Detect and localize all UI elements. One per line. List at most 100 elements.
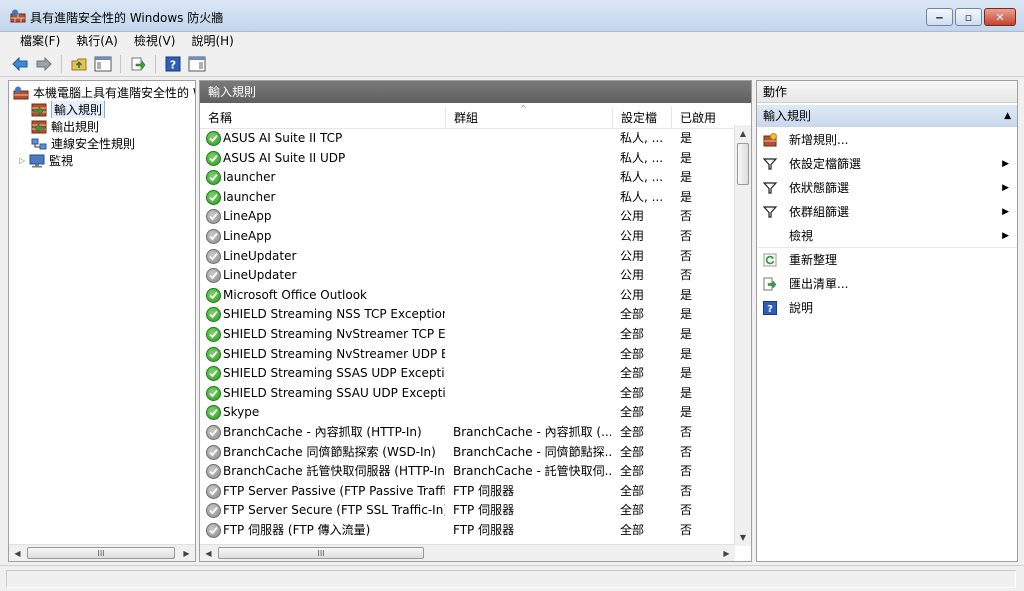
back-button[interactable] xyxy=(10,54,30,74)
rule-row[interactable]: ASUS AI Suite II TCP 私人, ... 是 xyxy=(200,129,735,149)
scroll-thumb[interactable] xyxy=(737,143,749,185)
column-header-name[interactable]: 名稱 xyxy=(200,107,446,129)
rule-profile-cell: 全部 xyxy=(620,425,645,439)
tree-root-label: 本機電腦上具有進階安全性的 W xyxy=(33,86,195,100)
scroll-thumb[interactable]: III xyxy=(27,547,175,559)
scroll-thumb[interactable]: III xyxy=(218,547,424,559)
rule-row[interactable]: LineApp 公用 否 xyxy=(200,227,735,247)
rule-enabled-cell: 是 xyxy=(680,307,693,322)
forward-button[interactable] xyxy=(34,54,54,74)
rules-list: ASUS AI Suite II TCP 私人, ... 是 ASUS AI Suit… xyxy=(200,129,735,545)
rule-row[interactable]: LineApp 公用 否 xyxy=(200,207,735,227)
action-item[interactable]: 新增規則... xyxy=(757,128,1017,152)
rule-profile-cell: 公用 xyxy=(620,287,645,302)
tree-item-inbound-rules[interactable]: 輸入規則 xyxy=(31,101,106,118)
menu-help[interactable]: 說明(H) xyxy=(183,32,241,51)
action-item[interactable]: 依設定檔篩選 ▶ xyxy=(757,152,1017,176)
show-hide-tree-icon xyxy=(94,56,112,71)
rule-profile-cell: 全部 xyxy=(620,307,645,322)
rule-enabled-cell: 是 xyxy=(680,405,693,420)
rule-profile-cell: 全部 xyxy=(620,464,645,479)
rule-name-cell: launcher xyxy=(223,170,276,185)
show-hide-action-pane-button[interactable] xyxy=(187,54,207,74)
status-bar xyxy=(0,565,1024,591)
rule-disabled-icon xyxy=(206,444,221,460)
rule-row[interactable]: Microsoft Office Outlook 公用 是 xyxy=(200,286,735,306)
menu-action[interactable]: 執行(A) xyxy=(68,32,126,51)
minimize-button[interactable]: ‒ xyxy=(926,8,953,26)
rule-row[interactable]: SHIELD Streaming SSAU UDP Exception 全部 是 xyxy=(200,384,735,404)
rule-disabled-icon xyxy=(206,503,221,519)
rule-profile-cell: 私人, ... xyxy=(620,189,664,204)
action-item-label: 新增規則... xyxy=(789,133,849,147)
up-button[interactable] xyxy=(69,54,89,74)
action-item[interactable]: 依群組篩選 ▶ xyxy=(757,200,1017,224)
rule-row[interactable]: launcher 私人, ... 是 xyxy=(200,188,735,208)
rule-enabled-icon xyxy=(206,189,221,205)
rules-vertical-scrollbar[interactable]: ▲ ▼ xyxy=(734,125,751,546)
rule-row[interactable]: SHIELD Streaming NvStreamer TCP Ex... 全部 是 xyxy=(200,325,735,345)
tree-item-connection-security-rules[interactable]: 連線安全性規則 xyxy=(31,135,135,152)
tree-item-monitor[interactable]: ▷ 監視 xyxy=(19,152,73,169)
svg-text:?: ? xyxy=(767,304,773,315)
show-hide-tree-button[interactable] xyxy=(93,54,113,74)
rule-row[interactable]: SHIELD Streaming SSAS UDP Exception 全部 是 xyxy=(200,364,735,384)
rule-enabled-icon xyxy=(206,346,221,362)
rule-disabled-icon xyxy=(206,229,221,244)
actions-section-inbound-rules[interactable]: 輸入規則 ▲ xyxy=(757,105,1017,127)
menu-view[interactable]: 檢視(V) xyxy=(126,32,184,51)
rule-enabled-icon xyxy=(206,327,221,342)
column-header-profile[interactable]: 設定檔 xyxy=(613,107,672,129)
rule-row[interactable]: LineUpdater 公用 否 xyxy=(200,247,735,267)
rule-row[interactable]: FTP 伺服器 (FTP 傳入流量) FTP 伺服器 全部 否 xyxy=(200,521,735,541)
close-button[interactable]: ✕ xyxy=(984,8,1016,26)
rule-row[interactable]: BranchCache 託管快取伺服器 (HTTP-In) BranchCache… xyxy=(200,462,735,482)
rule-disabled-icon xyxy=(206,425,221,440)
rule-enabled-icon xyxy=(206,366,221,382)
export-list-button[interactable] xyxy=(128,54,148,74)
scroll-down-icon[interactable]: ▼ xyxy=(735,529,751,546)
action-item[interactable]: 依狀態篩選 ▶ xyxy=(757,176,1017,200)
collapse-icon[interactable]: ▲ xyxy=(1004,105,1011,127)
rule-row[interactable]: Skype 全部 是 xyxy=(200,403,735,423)
rule-group-cell xyxy=(453,384,611,404)
menu-file[interactable]: 檔案(F) xyxy=(12,32,68,51)
expand-arrow-icon[interactable]: ▷ xyxy=(19,156,29,165)
rule-row[interactable]: launcher 私人, ... 是 xyxy=(200,168,735,188)
scroll-right-icon[interactable]: ▶ xyxy=(718,545,735,561)
action-item[interactable]: 匯出清單... xyxy=(757,272,1017,296)
scroll-left-icon[interactable]: ◀ xyxy=(200,545,217,561)
tree-item-outbound-rules[interactable]: 輸出規則 xyxy=(31,118,99,135)
scroll-right-icon[interactable]: ▶ xyxy=(178,545,195,561)
action-item[interactable]: ? 說明 xyxy=(757,296,1017,320)
maximize-button[interactable]: ▫ xyxy=(955,8,982,26)
rules-horizontal-scrollbar[interactable]: ◀ III ▶ xyxy=(200,544,735,561)
rule-enabled-icon xyxy=(206,131,221,146)
rule-group-cell xyxy=(453,129,611,149)
scroll-up-icon[interactable]: ▲ xyxy=(735,125,751,142)
back-arrow-icon xyxy=(12,56,28,71)
action-item-label: 說明 xyxy=(789,301,814,315)
rule-row[interactable]: FTP Server Secure (FTP SSL Traffic-In) FT… xyxy=(200,501,735,521)
column-header-enabled[interactable]: 已啟用 xyxy=(672,107,735,129)
toolbar-separator xyxy=(120,54,121,73)
column-header-group[interactable]: 群組 xyxy=(446,107,613,129)
tree-root[interactable]: 本機電腦上具有進階安全性的 W xyxy=(13,84,195,101)
column-headers: 名稱 群組 設定檔 已啟用 ^ xyxy=(200,104,735,129)
rule-row[interactable]: BranchCache - 內容抓取 (HTTP-In) BranchCache … xyxy=(200,423,735,443)
rule-name-cell: LineUpdater xyxy=(223,268,297,283)
action-item[interactable]: 重新整理 xyxy=(757,248,1017,272)
rule-row[interactable]: SHIELD Streaming NvStreamer UDP Ex... 全部 是 xyxy=(200,345,735,365)
rule-row[interactable]: FTP Server Passive (FTP Passive Traffic-… xyxy=(200,482,735,502)
action-item[interactable]: 檢視 ▶ xyxy=(757,224,1017,248)
help-button[interactable]: ? xyxy=(163,54,183,74)
rule-row[interactable]: ASUS AI Suite II UDP 私人, ... 是 xyxy=(200,149,735,169)
scroll-left-icon[interactable]: ◀ xyxy=(9,545,26,561)
rule-row[interactable]: BranchCache 同儕節點探索 (WSD-In) BranchCache -… xyxy=(200,443,735,463)
rule-row[interactable]: SHIELD Streaming NSS TCP Exception 全部 是 xyxy=(200,305,735,325)
rule-enabled-cell: 否 xyxy=(680,229,693,243)
tree-horizontal-scrollbar[interactable]: ◀ III ▶ xyxy=(9,544,195,561)
action-item-label: 依群組篩選 xyxy=(789,205,850,219)
rule-row[interactable]: LineUpdater 公用 否 xyxy=(200,266,735,286)
export-list-icon xyxy=(131,57,146,70)
